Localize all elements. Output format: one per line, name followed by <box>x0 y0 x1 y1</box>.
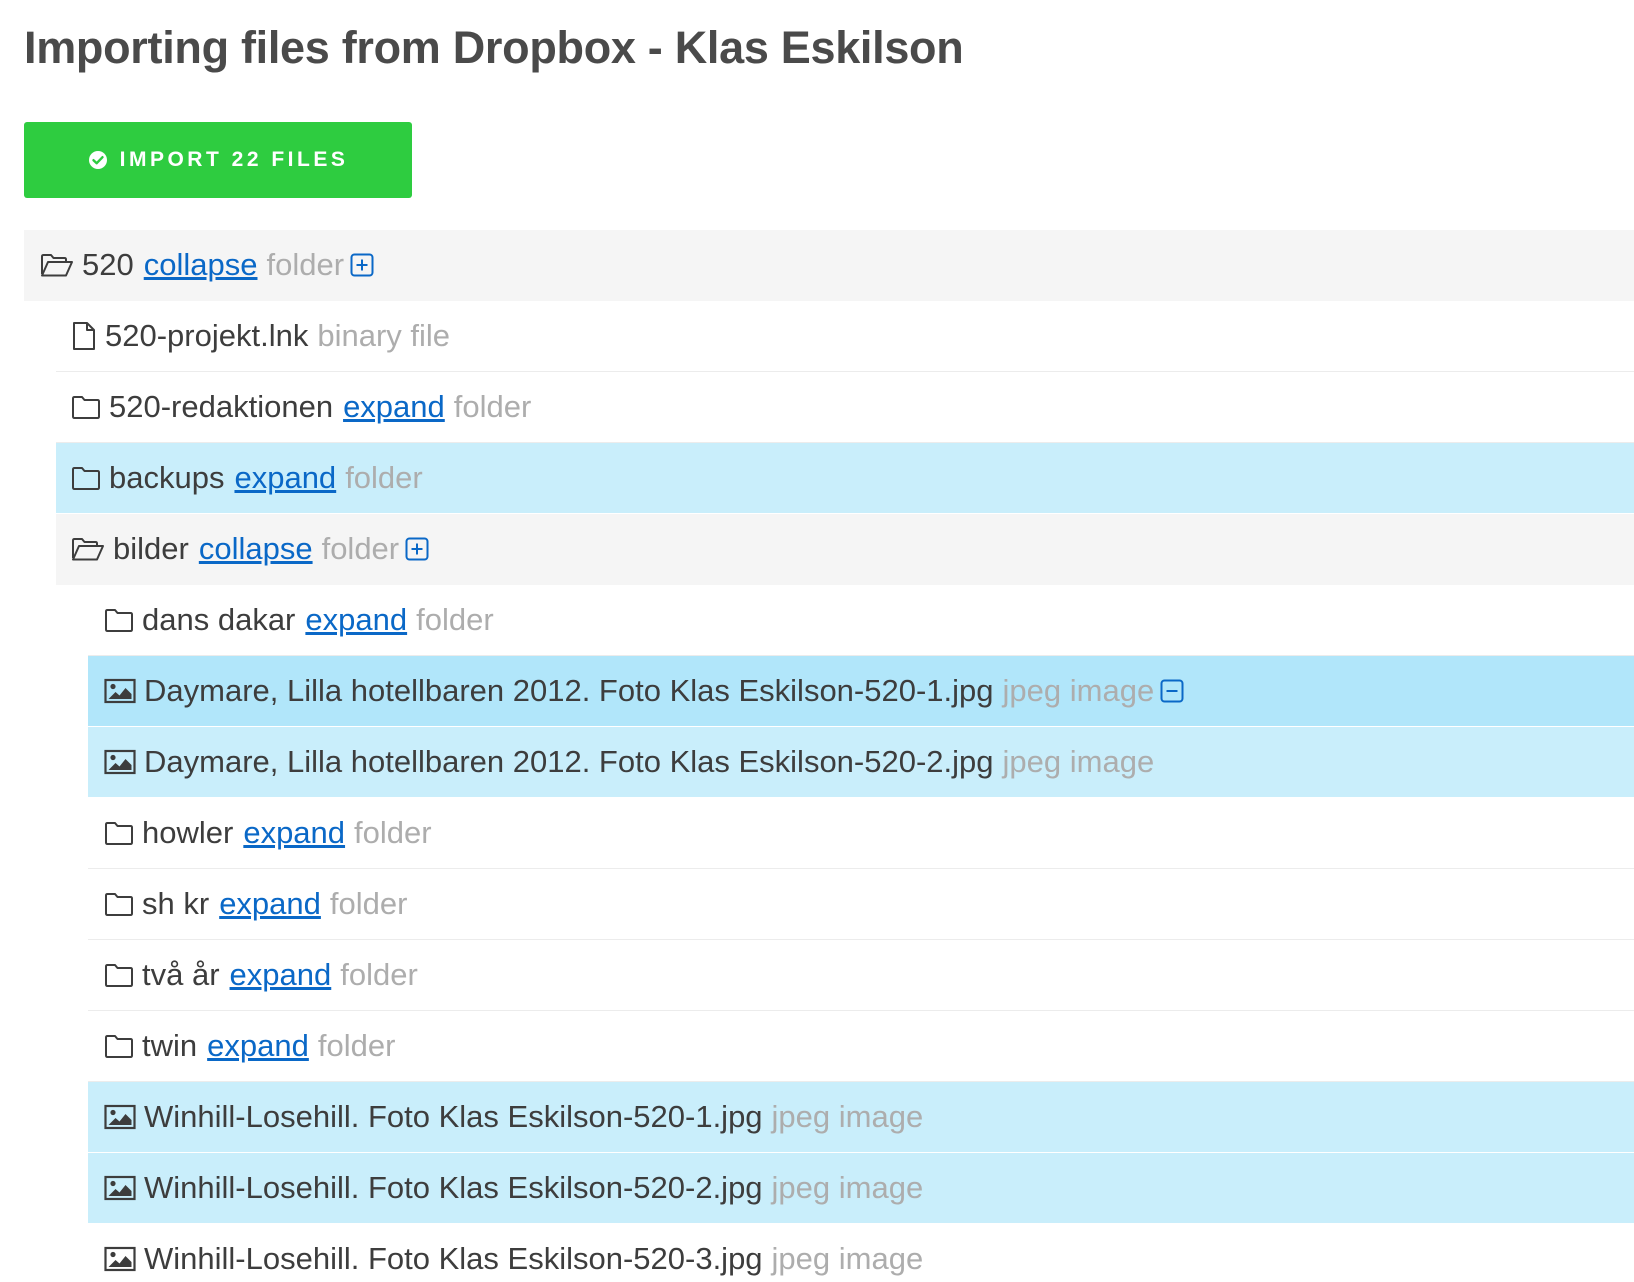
expand-link[interactable]: expand <box>305 602 407 638</box>
plus-square-icon[interactable] <box>405 537 429 561</box>
file-row[interactable]: 520-projekt.lnk binary file <box>56 301 1634 372</box>
file-row[interactable]: Winhill-Losehill. Foto Klas Eskilson-520… <box>88 1153 1634 1224</box>
item-name: twin <box>142 1028 198 1063</box>
folder-row[interactable]: 520-redaktionen expand folder <box>56 372 1634 443</box>
file-tree: 520 collapse folder 520-projekt.lnk binary f… <box>24 230 1634 1282</box>
item-name: sh kr <box>142 886 210 921</box>
item-name: howler <box>142 815 234 850</box>
item-type: folder <box>340 957 418 992</box>
item-name: Winhill-Losehill. Foto Klas Eskilson-520… <box>144 1170 763 1205</box>
import-files-label: IMPORT 22 FILES <box>119 148 349 171</box>
file-icon <box>71 321 97 351</box>
expand-link[interactable]: expand <box>219 886 321 922</box>
folder-row[interactable]: howler expand folder <box>88 798 1634 869</box>
item-type: jpeg image <box>1002 673 1155 708</box>
page-title: Importing files from Dropbox - Klas Eski… <box>24 22 964 73</box>
item-type: folder <box>354 815 432 850</box>
item-name: dans dakar <box>142 602 296 637</box>
item-type: jpeg image <box>1002 744 1155 779</box>
image-icon <box>104 1246 136 1272</box>
item-type: jpeg image <box>771 1241 924 1276</box>
item-name: bilder <box>113 531 189 566</box>
item-name: Winhill-Losehill. Foto Klas Eskilson-520… <box>144 1241 763 1276</box>
item-type: folder <box>416 602 494 637</box>
folder-icon <box>71 465 101 491</box>
item-name: Daymare, Lilla hotellbaren 2012. Foto Kl… <box>144 673 994 708</box>
file-row[interactable]: Winhill-Losehill. Foto Klas Eskilson-520… <box>88 1082 1634 1153</box>
expand-link[interactable]: expand <box>234 460 336 496</box>
item-name: 520-projekt.lnk <box>105 318 309 353</box>
folder-icon <box>104 1033 134 1059</box>
item-name: 520-redaktionen <box>109 389 334 424</box>
minus-square-icon[interactable] <box>1160 679 1184 703</box>
item-type: jpeg image <box>771 1170 924 1205</box>
item-type: jpeg image <box>771 1099 924 1134</box>
folder-row[interactable]: sh kr expand folder <box>88 869 1634 940</box>
item-type: folder <box>453 389 532 424</box>
item-name: 520 <box>82 247 134 282</box>
folder-row[interactable]: 520 collapse folder <box>24 230 1634 301</box>
folder-row[interactable]: två år expand folder <box>88 940 1634 1011</box>
folder-icon <box>104 607 134 633</box>
image-icon <box>104 749 136 775</box>
item-name: Winhill-Losehill. Foto Klas Eskilson-520… <box>144 1099 763 1134</box>
folder-row[interactable]: bilder collapse folder <box>56 514 1634 585</box>
item-type: folder <box>345 460 423 495</box>
import-files-button[interactable]: IMPORT 22 FILES <box>24 122 412 198</box>
plus-square-icon[interactable] <box>350 253 374 277</box>
item-type: folder <box>329 886 408 921</box>
check-circle-icon <box>88 150 108 170</box>
image-icon <box>104 1104 136 1130</box>
import-page: Importing files from Dropbox - Klas Eski… <box>0 0 1634 1282</box>
collapse-link[interactable]: collapse <box>199 531 313 567</box>
file-row[interactable]: Daymare, Lilla hotellbaren 2012. Foto Kl… <box>88 656 1634 727</box>
folder-row[interactable]: backups expand folder <box>56 443 1634 514</box>
folder-row[interactable]: dans dakar expand folder <box>88 585 1634 656</box>
expand-link[interactable]: expand <box>343 389 445 425</box>
collapse-link[interactable]: collapse <box>144 247 258 283</box>
folder-icon <box>104 820 134 846</box>
item-type: folder <box>317 1028 396 1063</box>
item-name: backups <box>109 460 225 495</box>
expand-link[interactable]: expand <box>230 957 332 993</box>
image-icon <box>104 1175 136 1201</box>
item-name: Daymare, Lilla hotellbaren 2012. Foto Kl… <box>144 744 994 779</box>
folder-open-icon <box>40 252 74 278</box>
item-type: binary file <box>317 318 451 353</box>
item-type: folder <box>266 247 345 282</box>
file-row[interactable]: Winhill-Losehill. Foto Klas Eskilson-520… <box>88 1224 1634 1282</box>
folder-icon <box>71 394 101 420</box>
image-icon <box>104 678 136 704</box>
item-name: två år <box>142 957 220 992</box>
item-type: folder <box>321 531 400 566</box>
folder-row[interactable]: twin expand folder <box>88 1011 1634 1082</box>
folder-open-icon <box>71 536 105 562</box>
file-row[interactable]: Daymare, Lilla hotellbaren 2012. Foto Kl… <box>88 727 1634 798</box>
expand-link[interactable]: expand <box>207 1028 309 1064</box>
folder-icon <box>104 962 134 988</box>
expand-link[interactable]: expand <box>243 815 345 851</box>
folder-icon <box>104 891 134 917</box>
